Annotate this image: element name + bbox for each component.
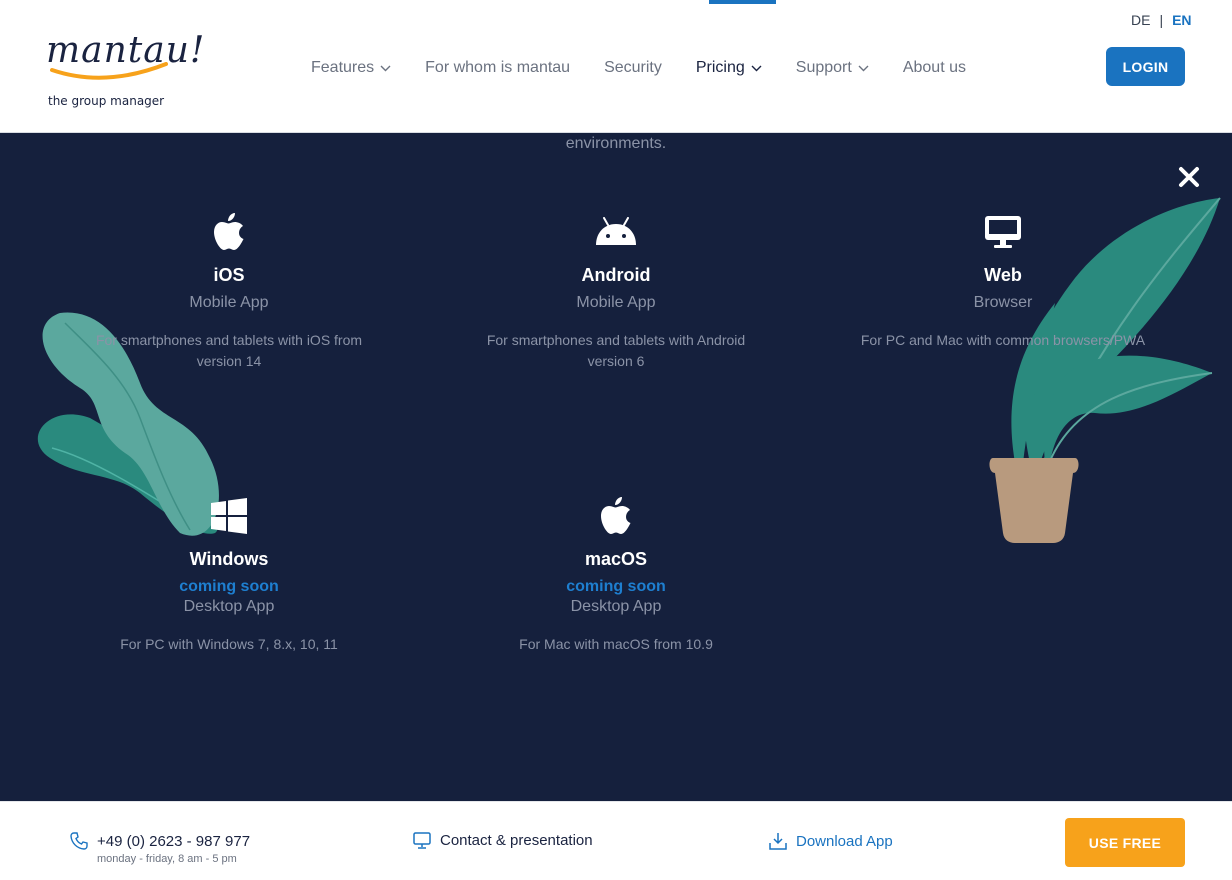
- platform-macos-type: Desktop App: [570, 598, 662, 615]
- android-icon: [466, 213, 766, 251]
- platform-macos-name: macOS: [584, 549, 648, 569]
- phone-icon: [70, 832, 88, 850]
- download-icon: [769, 833, 787, 850]
- platform-web-description: For PC and Mac with common browsers/PWA: [860, 332, 1146, 348]
- platform-ios-type: Mobile App: [189, 294, 269, 311]
- nav-security-label: Security: [604, 59, 662, 76]
- phone-number: +49 (0) 2623 - 987 977: [97, 832, 251, 850]
- chevron-down-icon: [751, 65, 762, 71]
- platform-macos: macOS coming soon Desktop App For Mac wi…: [466, 497, 766, 655]
- nav-for-whom-label: For whom is mantau: [425, 59, 571, 76]
- platform-web-name: Web: [984, 265, 1022, 285]
- nav-about-us-label: About us: [902, 59, 966, 76]
- monitor-icon: [853, 213, 1153, 251]
- platform-ios-name: iOS: [213, 265, 245, 285]
- windows-icon: [79, 497, 379, 535]
- site-header: mantau! the group manager Features For w…: [0, 0, 1232, 133]
- platform-ios: iOS Mobile App For smartphones and table…: [79, 213, 379, 372]
- monitor-icon: [413, 832, 431, 849]
- download-app-link[interactable]: Download App: [769, 832, 893, 850]
- platform-windows: Windows coming soon Desktop App For PC w…: [79, 497, 379, 655]
- lang-separator: |: [1159, 12, 1164, 28]
- download-app-label: Download App: [796, 832, 893, 850]
- sticky-footer-bar: +49 (0) 2623 - 987 977 monday - friday, …: [0, 801, 1232, 880]
- platform-web-type: Browser: [973, 294, 1033, 311]
- use-free-button[interactable]: USE FREE: [1065, 818, 1185, 867]
- contact-presentation-label: Contact & presentation: [440, 832, 593, 849]
- mantau-logo[interactable]: mantau! the group manager: [46, 22, 204, 112]
- logo-swoosh-icon: [50, 62, 168, 80]
- nav-security[interactable]: Security: [604, 59, 662, 77]
- login-button[interactable]: LOGIN: [1106, 47, 1185, 86]
- platform-android: Android Mobile App For smartphones and t…: [466, 213, 766, 372]
- platform-web: Web Browser For PC and Mac with common b…: [853, 213, 1153, 351]
- section-lead-text: environments.: [565, 135, 667, 152]
- phone-hours: monday - friday, 8 am - 5 pm: [97, 853, 237, 865]
- nav-features-label: Features: [311, 59, 375, 76]
- active-nav-indicator: [709, 0, 776, 4]
- close-icon[interactable]: [1175, 163, 1203, 191]
- apple-icon: [79, 213, 379, 251]
- platform-windows-name: Windows: [189, 549, 269, 569]
- nav-pricing[interactable]: Pricing: [696, 59, 762, 77]
- platform-macos-coming-soon: coming soon: [566, 578, 666, 595]
- nav-support[interactable]: Support: [796, 59, 869, 77]
- nav-pricing-label: Pricing: [695, 59, 745, 76]
- language-switcher: DE | EN: [1131, 12, 1192, 28]
- platform-windows-coming-soon: coming soon: [179, 578, 279, 595]
- chevron-down-icon: [380, 65, 391, 71]
- nav-support-label: Support: [795, 59, 852, 76]
- platform-macos-description: For Mac with macOS from 10.9: [519, 636, 713, 652]
- platforms-overlay: environments. iOS Mobile App For smartph…: [0, 133, 1232, 801]
- nav-about-us[interactable]: About us: [903, 59, 966, 77]
- main-nav: Features For whom is mantau Security Pri…: [311, 56, 1000, 80]
- lang-de[interactable]: DE: [1131, 12, 1150, 28]
- apple-icon: [466, 497, 766, 535]
- platform-windows-type: Desktop App: [183, 598, 275, 615]
- nav-features[interactable]: Features: [311, 59, 391, 77]
- platform-android-type: Mobile App: [576, 294, 656, 311]
- platform-android-name: Android: [581, 265, 651, 285]
- platform-windows-description: For PC with Windows 7, 8.x, 10, 11: [120, 636, 338, 652]
- lang-en[interactable]: EN: [1172, 12, 1191, 28]
- platform-android-description: For smartphones and tablets with Android…: [486, 332, 746, 369]
- logo-tagline: the group manager: [48, 94, 165, 108]
- chevron-down-icon: [858, 65, 869, 71]
- phone-link[interactable]: +49 (0) 2623 - 987 977: [70, 832, 250, 850]
- contact-presentation-link[interactable]: Contact & presentation: [413, 832, 593, 849]
- platform-ios-description: For smartphones and tablets with iOS fro…: [95, 332, 363, 369]
- nav-for-whom[interactable]: For whom is mantau: [425, 59, 570, 77]
